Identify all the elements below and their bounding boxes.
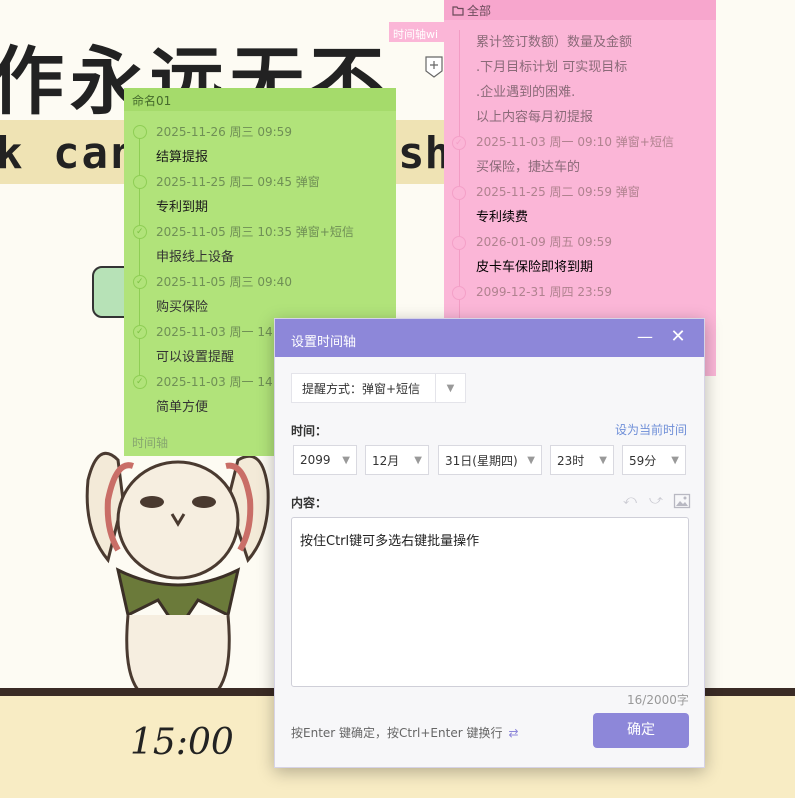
pink-timeline-row[interactable]: 2025-11-25 周二 09:59 弹窗 <box>444 180 716 205</box>
reminder-mode-select[interactable]: 提醒方式：弹窗+短信 ▼ <box>291 373 466 403</box>
green-timeline-row[interactable]: 2025-11-05 周三 10:35 弹窗+短信 <box>124 220 396 245</box>
char-counter: 16/2000字 <box>627 693 689 707</box>
chevron-down-icon[interactable]: ▼ <box>435 374 465 402</box>
green-timeline-text: 2025-11-03 周一 14:5 <box>156 325 285 339</box>
pink-timeline-row[interactable]: 买保险，捷达车的 <box>444 155 716 180</box>
undo-icon[interactable]: ⤺ <box>621 493 639 509</box>
pink-timeline-text: 专利续费 <box>476 210 529 225</box>
pink-timeline-row[interactable]: 专利续费 <box>444 205 716 230</box>
pink-timeline-text: .企业遇到的困难. <box>476 85 576 100</box>
month-select[interactable]: 12月 ▼ <box>365 445 429 475</box>
confirm-button[interactable]: 确定 <box>593 713 689 748</box>
set-current-time-link[interactable]: 设为当前时间 <box>615 421 687 438</box>
chevron-down-icon: ▼ <box>342 454 350 466</box>
chevron-down-icon: ▼ <box>527 454 535 466</box>
hour-value: 23时 <box>557 453 585 468</box>
hour-select[interactable]: 23时 ▼ <box>550 445 614 475</box>
check-icon <box>133 270 147 295</box>
green-timeline-row[interactable]: 2025-11-25 周二 09:45 弹窗 <box>124 170 396 195</box>
cat-illustration <box>85 451 270 690</box>
pink-timeline-row[interactable]: 2099-12-31 周四 23:59 <box>444 280 716 305</box>
check-icon <box>452 131 466 156</box>
green-timeline-row[interactable]: 结算提报 <box>124 145 396 170</box>
pink-timeline-text: 买保险，捷达车的 <box>476 160 581 175</box>
green-timeline-row[interactable]: 专利到期 <box>124 195 396 220</box>
close-icon[interactable]: ✕ <box>668 327 688 347</box>
keyboard-hint-text: 按Enter 键确定，按Ctrl+Enter 键换行 <box>291 726 503 740</box>
timeline-dot-icon <box>452 186 466 200</box>
green-timeline-row[interactable]: 2025-11-26 周三 09:59 <box>124 120 396 145</box>
timeline-dot-icon <box>452 286 466 300</box>
pink-timeline-row[interactable]: .下月目标计划 可实现目标 <box>444 55 716 80</box>
pink-timeline-row[interactable]: 以上内容每月初提报 <box>444 105 716 130</box>
green-timeline-text: 专利到期 <box>156 200 209 215</box>
pink-timeline-text: 2099-12-31 周四 23:59 <box>476 285 612 299</box>
dialog-titlebar[interactable]: 设置时间轴 — ✕ <box>275 319 704 357</box>
green-timeline-text: 购买保险 <box>156 300 209 315</box>
timeline-dot-icon <box>133 125 147 139</box>
check-icon <box>133 320 147 345</box>
month-value: 12月 <box>372 453 400 468</box>
add-icon[interactable] <box>424 55 444 79</box>
pink-timeline-text: .下月目标计划 可实现目标 <box>476 60 628 75</box>
pink-timeline-text: 皮卡车保险即将到期 <box>476 260 594 275</box>
green-timeline-text: 2025-11-25 周二 09:45 弹窗 <box>156 175 320 189</box>
swap-icon[interactable]: ⇄ <box>508 726 518 740</box>
chevron-down-icon: ▼ <box>414 454 422 466</box>
dialog-title: 设置时间轴 <box>291 335 357 350</box>
pink-timeline-text: 2026-01-09 周五 09:59 <box>476 235 612 249</box>
pink-timeline-text: 以上内容每月初提报 <box>476 110 594 125</box>
pink-timeline-text: 2025-11-25 周二 09:59 弹窗 <box>476 185 640 199</box>
green-note-footer: 时间轴 <box>132 436 169 450</box>
minute-value: 59分 <box>629 453 657 468</box>
green-timeline-text: 2025-11-05 周三 10:35 弹窗+短信 <box>156 225 354 239</box>
redo-icon[interactable]: ⤻ <box>647 493 665 509</box>
keyboard-hint: 按Enter 键确定，按Ctrl+Enter 键换行 ⇄ <box>291 724 519 741</box>
pink-timeline-text: 2025-11-03 周一 09:10 弹窗+短信 <box>476 135 674 149</box>
timeline-dot-icon <box>452 236 466 250</box>
pink-note-header[interactable]: 全部 <box>444 0 716 20</box>
day-select[interactable]: 31日(星期四) ▼ <box>438 445 542 475</box>
content-textarea[interactable]: 按住Ctrl键可多选右键批量操作 <box>291 517 689 687</box>
minimize-icon[interactable]: — <box>635 327 655 347</box>
chevron-down-icon: ▼ <box>671 454 679 466</box>
wallpaper-clock: 15:00 <box>130 722 234 763</box>
green-timeline-row[interactable]: 购买保险 <box>124 295 396 320</box>
pink-timeline-row[interactable]: 2025-11-03 周一 09:10 弹窗+短信 <box>444 130 716 156</box>
time-label: 时间： <box>291 424 328 438</box>
reminder-mode-value: 提醒方式：弹窗+短信 <box>302 381 421 396</box>
year-select[interactable]: 2099 ▼ <box>293 445 357 475</box>
chevron-down-icon: ▼ <box>599 454 607 466</box>
pink-note-title: 全部 <box>467 3 492 18</box>
timeline-dot-icon <box>133 175 147 189</box>
content-label: 内容： <box>291 496 328 510</box>
green-timeline-text: 结算提报 <box>156 150 209 165</box>
green-note-header[interactable]: 命名01 <box>124 88 396 111</box>
green-timeline-row[interactable]: 申报线上设备 <box>124 245 396 270</box>
image-icon[interactable] <box>673 493 691 509</box>
pink-timeline-row[interactable]: .企业遇到的困难. <box>444 80 716 105</box>
pink-timeline-list: 累计签订数额）数量及金额 .下月目标计划 可实现目标 .企业遇到的困难. 以上内容每月… <box>444 30 716 305</box>
check-icon <box>133 370 147 395</box>
folder-icon <box>452 5 464 16</box>
pink-timeline-text: 累计签订数额）数量及金额 <box>476 35 633 50</box>
year-value: 2099 <box>300 453 331 467</box>
day-value: 31日(星期四) <box>445 453 518 468</box>
green-timeline-text: 简单方便 <box>156 400 209 415</box>
pink-timeline-row[interactable]: 2026-01-09 周五 09:59 <box>444 230 716 255</box>
green-timeline-row[interactable]: 2025-11-05 周三 09:40 <box>124 270 396 295</box>
pink-timeline-row[interactable]: 皮卡车保险即将到期 <box>444 255 716 280</box>
green-timeline-text: 可以设置提醒 <box>156 350 235 365</box>
check-icon <box>133 220 147 245</box>
green-timeline-text: 申报线上设备 <box>156 250 235 265</box>
pink-note-side-tab[interactable]: 时间轴wi <box>389 22 447 42</box>
minute-select[interactable]: 59分 ▼ <box>622 445 686 475</box>
timeline-settings-dialog: 设置时间轴 — ✕ 提醒方式：弹窗+短信 ▼ 时间： 设为当前时间 2099 ▼ … <box>274 318 705 768</box>
green-timeline-text: 2025-11-03 周一 14:5 <box>156 375 285 389</box>
green-timeline-text: 2025-11-05 周三 09:40 <box>156 275 292 289</box>
pink-timeline-row[interactable]: 累计签订数额）数量及金额 <box>444 30 716 55</box>
content-toolbar: ⤺ ⤻ <box>621 493 691 509</box>
green-timeline-text: 2025-11-26 周三 09:59 <box>156 125 292 139</box>
